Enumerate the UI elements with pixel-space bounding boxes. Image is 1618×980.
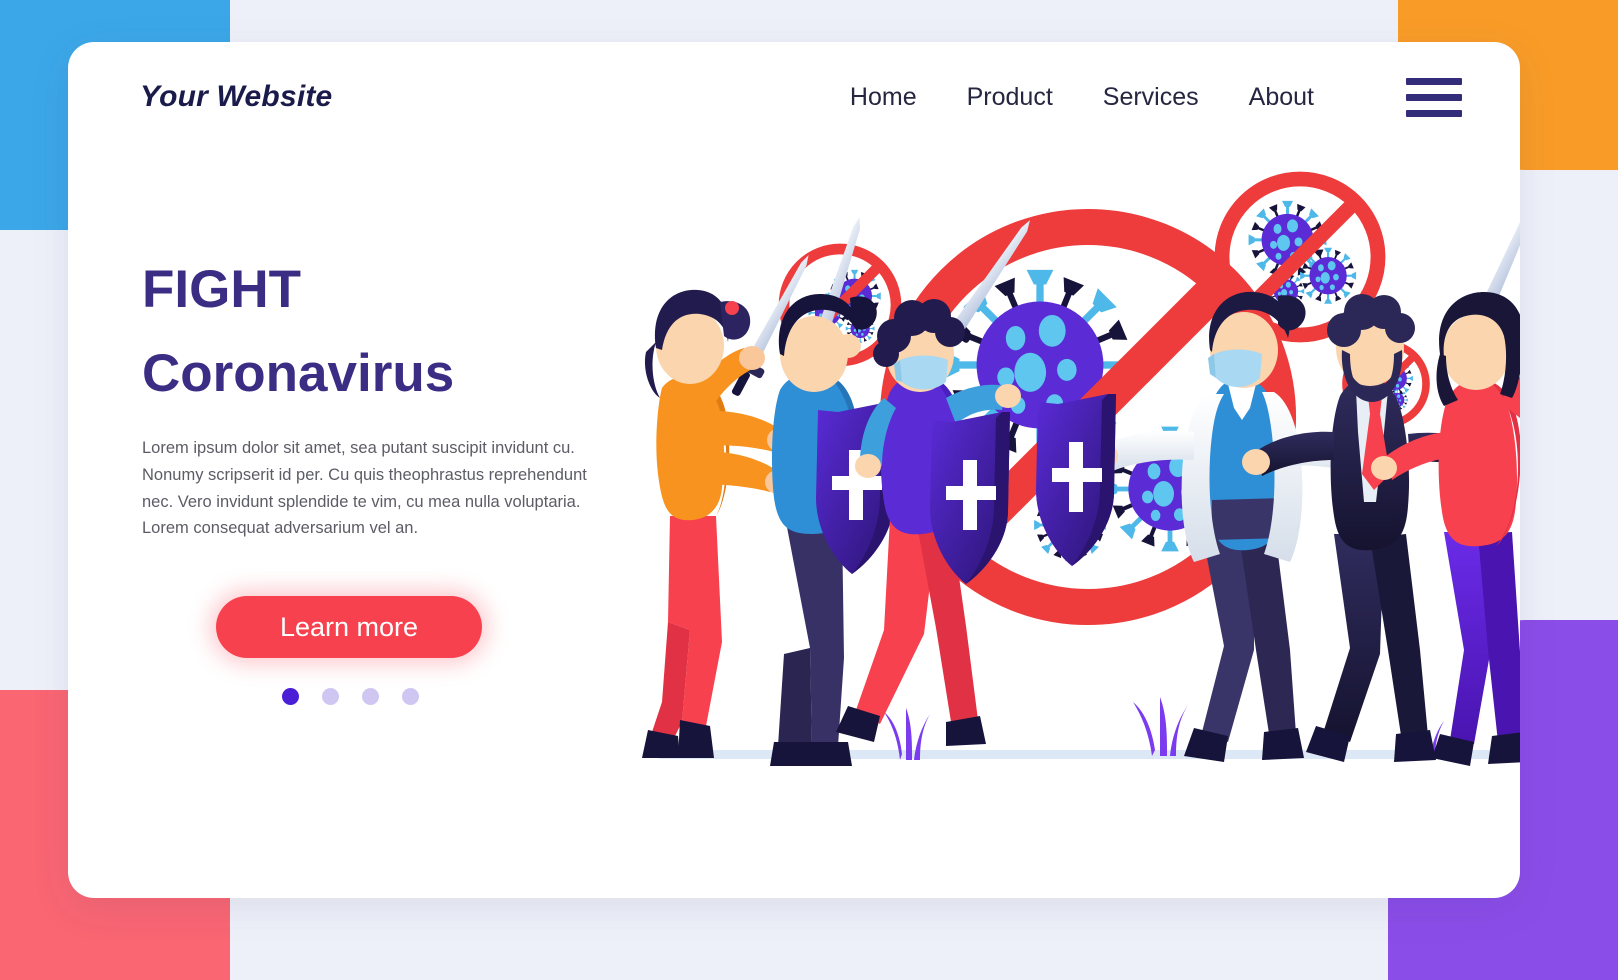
- hero-illustration: [628, 102, 1520, 802]
- learn-more-button[interactable]: Learn more: [216, 596, 482, 659]
- landing-page-card: Your Website Home Product Services About…: [68, 42, 1520, 898]
- hero-text-block: FIGHT Coronavirus Lorem ipsum dolor sit …: [142, 260, 612, 706]
- carousel-dot-2[interactable]: [322, 688, 339, 706]
- shield-doctor: [1036, 394, 1116, 566]
- page-title-line-1: FIGHT: [142, 260, 301, 319]
- page-title-line-2: Coronavirus: [142, 343, 455, 403]
- hamburger-bar-2: [1406, 93, 1462, 101]
- carousel-dot-3[interactable]: [362, 688, 379, 706]
- site-logo[interactable]: Your Website: [140, 80, 332, 114]
- carousel-dot-4[interactable]: [402, 688, 419, 706]
- grass-tuft-center: [1133, 697, 1188, 756]
- hamburger-bar-1: [1406, 77, 1462, 85]
- carousel-indicator: [282, 688, 612, 706]
- carousel-dot-1[interactable]: [282, 688, 299, 706]
- hero-description: Lorem ipsum dolor sit amet, sea putant s…: [142, 439, 587, 538]
